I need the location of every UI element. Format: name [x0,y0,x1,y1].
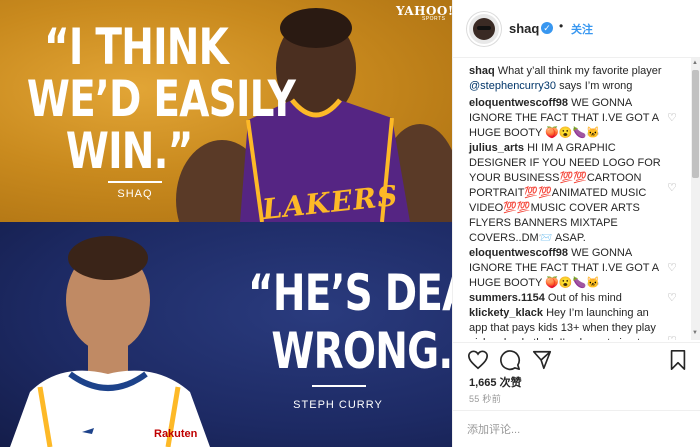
post-timestamp[interactable]: 55 秒前 [469,392,501,405]
likes-count[interactable]: 1,665 次赞 [469,374,522,390]
comment-username[interactable]: klickety_klack [469,307,543,319]
post-image: LAKERS Rakuten YAHOO! SPORTS “I THINK WE… [0,0,452,447]
bottom-attribution-rule [312,385,366,387]
like-comment-heart-icon[interactable]: ♡ [667,334,677,340]
avatar-sunglasses [477,26,491,30]
comment-text: What y’all think my favorite player [497,65,662,77]
post-actions [453,342,700,372]
bookmark-icon[interactable] [667,349,689,371]
mention-link[interactable]: @stephencurry30 [469,80,556,92]
top-quote: “I THINK WE’D EASILY WIN.” [27,18,296,180]
scrollbar-thumb[interactable] [692,70,699,178]
bottom-quote-line: WRONG.” [271,322,452,380]
comment-username[interactable]: julius_arts [469,142,524,154]
list-item: eloquentwescoff98 WE GONNA IGNORE THE FA… [469,246,677,291]
comment-username[interactable]: shaq [469,65,495,77]
top-attribution-rule [108,181,162,183]
post-header: shaq ✓ • 关注 [453,0,700,58]
share-icon[interactable] [531,349,553,371]
post-sidebar: shaq ✓ • 关注 shaq What y’all think my fav… [452,0,700,447]
add-comment-bar [453,410,700,447]
bottom-quote-line: “HE’S DEAD [248,264,452,322]
rakuten-jersey-text: Rakuten [154,428,198,440]
comment-username[interactable]: eloquentwescoff98 [469,97,568,109]
add-comment-input[interactable] [467,421,687,439]
yahoo-sports-sub: SPORTS [422,16,446,22]
like-comment-heart-icon[interactable]: ♡ [667,291,677,306]
top-quote-line: WIN.” [65,122,194,180]
top-attribution: SHAQ [117,188,153,200]
avatar[interactable] [467,12,501,46]
comment-text: Out of his mind [547,292,622,304]
list-item: julius_arts HI IM A GRAPHIC DESIGNER IF … [469,141,677,246]
verified-badge-icon: ✓ [541,22,553,34]
comment-username[interactable]: summers.1154 [469,292,545,304]
list-item: klickety_klack Hey I’m launching an app … [469,306,677,340]
comment-icon[interactable] [499,349,521,371]
like-comment-heart-icon[interactable]: ♡ [667,111,677,126]
header-separator: • [559,19,564,33]
comment-username[interactable]: eloquentwescoff98 [469,247,568,259]
comment-text: says I’m wrong [559,80,633,92]
top-quote-line: WE’D EASILY [26,70,296,128]
heart-icon[interactable] [467,349,489,371]
like-comment-heart-icon[interactable]: ♡ [667,261,677,276]
comment-text: HI IM A GRAPHIC DESIGNER IF YOU NEED LOG… [469,142,661,244]
list-item: eloquentwescoff98 WE GONNA IGNORE THE FA… [469,96,677,141]
scroll-up-arrow-icon[interactable]: ▲ [692,60,698,66]
like-comment-heart-icon[interactable]: ♡ [667,181,677,196]
top-quote-line: “I THINK [44,18,229,76]
comments-scrollbar[interactable]: ▲ ▼ [691,58,700,340]
scroll-down-arrow-icon[interactable]: ▼ [692,330,698,336]
list-item: summers.1154 Out of his mind ♡ [469,291,677,306]
caption: shaq What y’all think my favorite player… [469,64,665,94]
header-username[interactable]: shaq [509,21,539,36]
bottom-quote: “HE’S DEAD WRONG.” [248,268,452,384]
comments-list[interactable]: shaq What y’all think my favorite player… [453,58,693,340]
bottom-attribution: STEPH CURRY [293,399,383,411]
follow-button[interactable]: 关注 [571,21,593,37]
